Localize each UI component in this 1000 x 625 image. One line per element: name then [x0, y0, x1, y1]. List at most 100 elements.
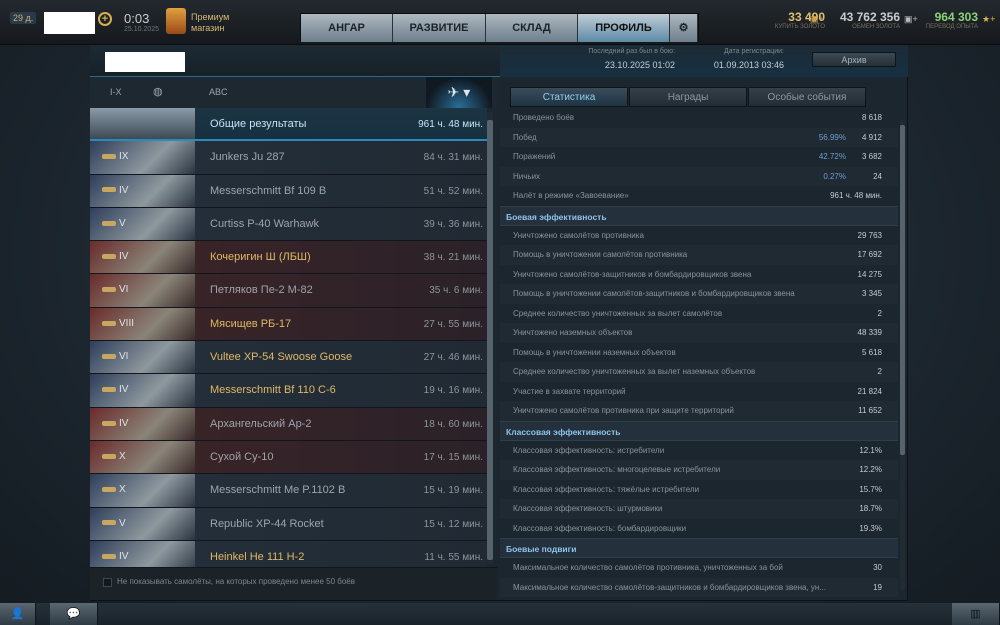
abc-sort[interactable]: ABC	[209, 87, 228, 97]
plane-row[interactable]: IV Messerschmitt Bf 109 B 51 ч. 52 мин.	[90, 174, 487, 208]
stat-label: Участие в захвате территорий	[513, 386, 626, 396]
stat-row: Участие в захвате территорий 21 824	[500, 382, 898, 402]
overall-results-row[interactable]: Общие результаты 961 ч. 48 мин.	[90, 108, 487, 142]
tab-awards[interactable]: Награды	[629, 87, 747, 107]
plane-row[interactable]: IV Архангельский Ар-2 18 ч. 60 мин.	[90, 407, 487, 441]
hide-planes-checkbox[interactable]	[103, 578, 112, 587]
stat-label: Среднее количество уничтоженных за вылет…	[513, 367, 756, 376]
tier-badge: VI	[102, 351, 128, 362]
stat-row: Среднее количество уничтоженных за вылет…	[500, 362, 898, 382]
tab-profile[interactable]: ПРОФИЛЬ	[578, 14, 670, 42]
xp-currency[interactable]: 964 303 ПЕРЕВОД ОПЫТА	[926, 10, 978, 30]
tab-research[interactable]: РАЗВИТИЕ	[393, 14, 486, 42]
stat-label: Поражений	[513, 152, 556, 161]
list-scroll-thumb[interactable]	[487, 120, 493, 560]
stats-scroll-thumb[interactable]	[900, 125, 905, 455]
credits-currency[interactable]: 43 762 356 ОБМЕН ЗОЛОТА	[840, 10, 900, 30]
plane-row[interactable]: VI Vultee XP-54 Swoose Goose 27 ч. 46 мин.	[90, 341, 487, 375]
stat-row: Классовая эффективность: истребители 12.1…	[500, 441, 898, 461]
stats-scrollbar[interactable]	[900, 120, 905, 590]
settings-gear-icon[interactable]: ⚙	[670, 14, 698, 42]
plane-row[interactable]: VI Петляков Пе-2 М-82 35 ч. 6 мин.	[90, 274, 487, 308]
sort-by-time-button[interactable]: ✈ ▾	[426, 77, 492, 108]
plane-row[interactable]: X Messerschmitt Me P.1102 B 15 ч. 19 мин.	[90, 474, 487, 508]
tab-special-events[interactable]: Особые события	[748, 87, 866, 107]
stat-row: Проведено боёв 8 618	[500, 108, 898, 128]
stat-label: Среднее количество уничтоженных за вылет…	[513, 308, 723, 318]
stat-label: Классовая эффективность: истребители	[513, 445, 665, 455]
stat-value: 15.7%	[859, 484, 882, 494]
plane-name: Общие результаты	[210, 118, 307, 130]
stat-label: Уничтожено самолётов противника	[513, 230, 644, 240]
stats-tabs: Статистика Награды Особые события	[510, 87, 866, 107]
plane-name: Junkers Ju 287	[210, 151, 285, 164]
tier-badge: IV	[102, 251, 128, 262]
add-icon[interactable]: +	[98, 12, 112, 26]
stat-percent: 0.27%	[823, 171, 846, 181]
flight-time: 51 ч. 52 мин.	[423, 185, 483, 197]
stat-percent: 42.72%	[818, 152, 846, 161]
stat-value: 3 345	[861, 289, 882, 298]
tier-badge: IV	[102, 551, 128, 562]
stat-value: 3 682	[861, 152, 882, 161]
flight-time: 15 ч. 19 мин.	[423, 485, 483, 497]
stat-row: Побед 56.99% 4 912	[500, 127, 898, 147]
plane-name: Republic XP-44 Rocket	[210, 517, 324, 530]
stat-label: Уничтожено наземных объектов	[513, 328, 633, 337]
plane-row[interactable]: IV Кочеригин Ш (ЛБШ) 38 ч. 21 мин.	[90, 241, 487, 275]
plane-row[interactable]: V Curtiss P-40 Warhawk 39 ч. 36 мин.	[90, 207, 487, 242]
stat-label: Ничьих	[513, 171, 541, 181]
plane-row[interactable]: IV Messerschmitt Bf 110 C-6 19 ч. 16 мин.	[90, 374, 487, 408]
stat-label: Уничтожено самолётов-защитников и бомбар…	[513, 269, 752, 279]
stats-section-header: Боевая эффективность	[500, 205, 898, 226]
flight-time: 15 ч. 12 мин.	[423, 518, 483, 530]
stat-value: 5 618	[861, 347, 882, 357]
last-battle-label: Последний раз был в бою:	[588, 48, 675, 55]
flight-time: 17 ч. 15 мин.	[423, 451, 483, 463]
stat-value: 11 652	[858, 406, 882, 415]
bottom-bar	[0, 603, 1000, 625]
friends-icon[interactable]: 👤	[0, 603, 36, 625]
plane-row[interactable]: IV Heinkel He 111 H-2 11 ч. 55 мин.	[90, 540, 487, 567]
stat-row: Максимальное количество наземных объекто…	[500, 597, 898, 600]
nation-filter-globe-icon[interactable]: ◍	[153, 85, 163, 98]
plane-name: Петляков Пе-2 М-82	[210, 284, 313, 297]
tier-badge: VI	[102, 284, 128, 295]
plane-list: Общие результаты 961 ч. 48 мин. IX Junkers …	[90, 108, 487, 567]
archive-button[interactable]: Архив	[812, 52, 896, 67]
stat-value: 2	[877, 308, 882, 318]
plane-row[interactable]: IX Junkers Ju 287 84 ч. 31 мин.	[90, 141, 487, 175]
premium-shop-link[interactable]: Премиум магазин	[191, 12, 229, 34]
chat-channels-icon[interactable]: 💬	[50, 603, 98, 625]
tier-badge: X	[102, 484, 126, 495]
tab-statistics[interactable]: Статистика	[510, 87, 628, 107]
clock-date: 25.10.2025	[124, 26, 160, 33]
stat-value: 12.2%	[859, 465, 882, 474]
gold-add-icon[interactable]: ▣+	[810, 14, 824, 25]
tab-hangar[interactable]: АНГАР	[301, 14, 393, 42]
stat-value: 17 692	[857, 250, 882, 259]
plane-row[interactable]: VIII Мясищев РБ-17 27 ч. 55 мин.	[90, 307, 487, 342]
stat-label: Проведено боёв	[513, 113, 575, 122]
reg-date-label: Дата регистрации:	[724, 48, 784, 55]
plane-name: Messerschmitt Bf 109 B	[210, 184, 327, 197]
stat-value: 24	[873, 171, 882, 181]
stat-value: 2	[877, 367, 882, 376]
xp-transfer-icon[interactable]: ★+	[982, 14, 995, 25]
plane-row[interactable]: X Сухой Су-10 17 ч. 15 мин.	[90, 440, 487, 475]
notifications-icon[interactable]: ▥	[952, 603, 1000, 625]
tier-filter[interactable]: I-X	[110, 87, 122, 97]
list-scrollbar[interactable]	[487, 112, 493, 564]
stat-label: Помощь в уничтожении самолётов-защитнико…	[513, 289, 795, 298]
tier-badge: IX	[102, 151, 128, 162]
stat-row: Помощь в уничтожении самолётов противник…	[500, 245, 898, 265]
flight-time: 27 ч. 46 мин.	[423, 352, 483, 364]
premium-shop-icon[interactable]	[166, 8, 186, 34]
plane-row[interactable]: V Republic XP-44 Rocket 15 ч. 12 мин.	[90, 507, 487, 541]
tier-badge: IV	[102, 384, 128, 395]
flight-time: 39 ч. 36 мин.	[423, 218, 483, 230]
tab-depot[interactable]: СКЛАД	[486, 14, 578, 42]
exchange-icon[interactable]: ▣+	[904, 14, 918, 25]
rank-badge: 29 д.	[10, 12, 37, 24]
stat-row: Классовая эффективность: многоцелевые ис…	[500, 460, 898, 480]
